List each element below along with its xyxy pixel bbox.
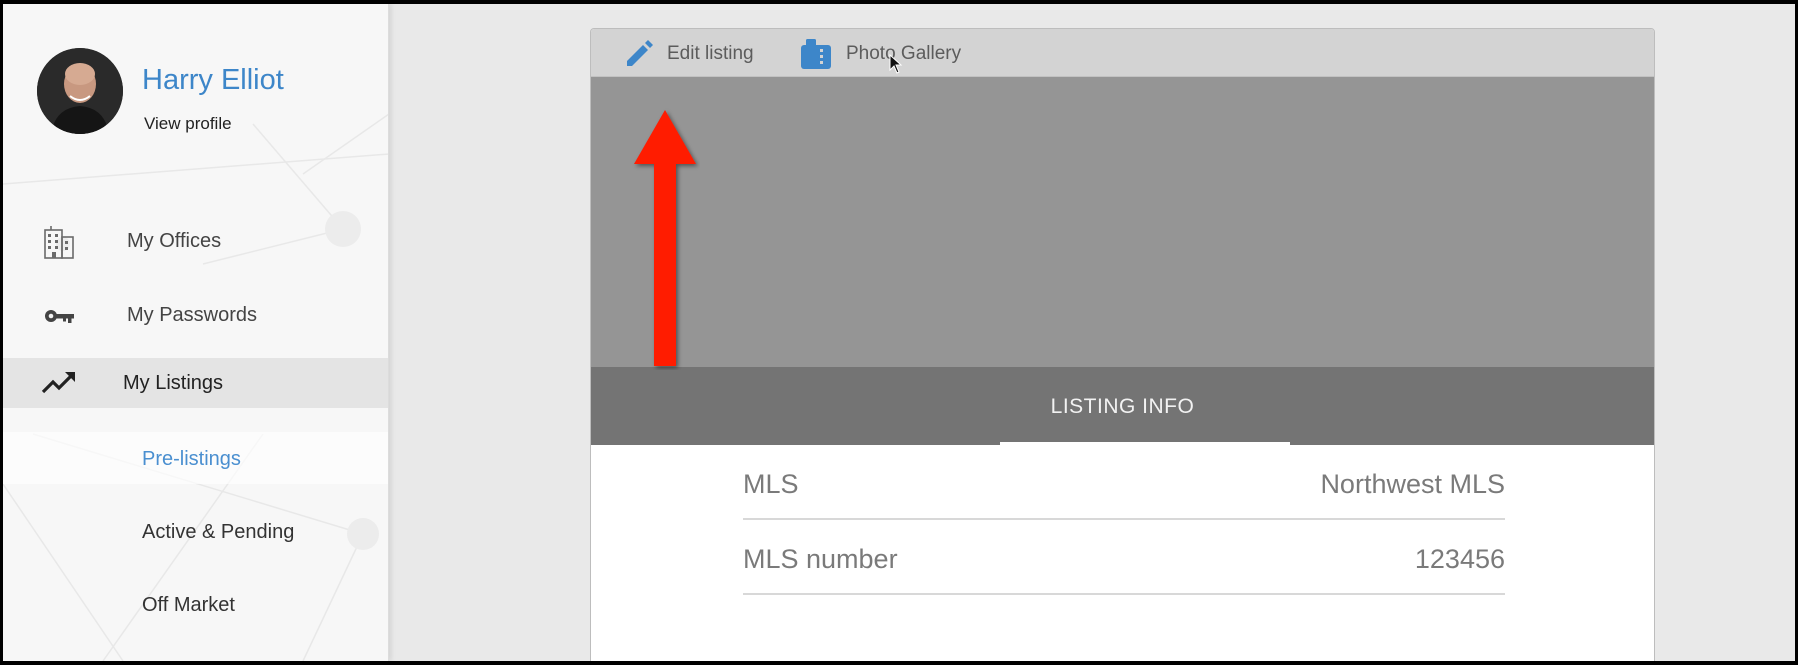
- listing-toolbar: Edit listing Photo Gallery: [591, 29, 1654, 77]
- sidebar-item-my-listings[interactable]: My Listings: [3, 358, 388, 408]
- info-value: Northwest MLS: [1320, 469, 1505, 499]
- app-window: Harry Elliot View profile My Offices My …: [3, 4, 1795, 661]
- pencil-icon: [627, 40, 653, 66]
- edit-listing-label: Edit listing: [667, 43, 754, 64]
- subitem-label: Active & Pending: [142, 521, 295, 543]
- tab-listing-info[interactable]: LISTING INFO: [591, 395, 1654, 419]
- sidebar-item-label: My Offices: [127, 230, 222, 252]
- trending-up-icon: [41, 372, 75, 394]
- mouse-cursor-icon: [889, 54, 903, 74]
- photo-gallery-label: Photo Gallery: [846, 43, 962, 64]
- film-icon: [801, 39, 831, 69]
- subitem-label: Pre-listings: [142, 448, 241, 470]
- view-profile-link[interactable]: View profile: [144, 114, 232, 134]
- listing-photo-placeholder: [591, 77, 1654, 367]
- profile-block: Harry Elliot View profile: [37, 48, 377, 138]
- subitem-active-pending[interactable]: Active & Pending: [3, 505, 388, 557]
- info-row-mls: MLS Northwest MLS: [743, 445, 1505, 520]
- building-icon: [44, 226, 74, 259]
- profile-name[interactable]: Harry Elliot: [142, 64, 284, 97]
- avatar[interactable]: [37, 48, 123, 134]
- sidebar-item-label: My Listings: [123, 372, 224, 394]
- info-key: MLS: [743, 469, 799, 499]
- sidebar-item-label: My Passwords: [127, 304, 258, 326]
- sidebar: Harry Elliot View profile My Offices My …: [3, 4, 389, 661]
- annotation-arrow-icon: [634, 110, 696, 366]
- key-icon: [45, 310, 74, 323]
- edit-listing-button[interactable]: Edit listing: [623, 29, 763, 77]
- info-value: 123456: [1414, 544, 1505, 574]
- info-row-mls-number: MLS number 123456: [743, 520, 1505, 595]
- info-key: MLS number: [743, 544, 898, 574]
- listing-card: Edit listing Photo Gallery LISTING INFO: [590, 28, 1655, 661]
- subitem-label: Off Market: [142, 594, 235, 616]
- listing-tabbar: LISTING INFO: [591, 367, 1654, 445]
- sidebar-item-my-passwords[interactable]: My Passwords: [3, 290, 388, 340]
- sidebar-item-my-offices[interactable]: My Offices: [3, 216, 388, 266]
- subitem-off-market[interactable]: Off Market: [3, 578, 388, 630]
- subitem-pre-listings[interactable]: Pre-listings: [3, 432, 388, 484]
